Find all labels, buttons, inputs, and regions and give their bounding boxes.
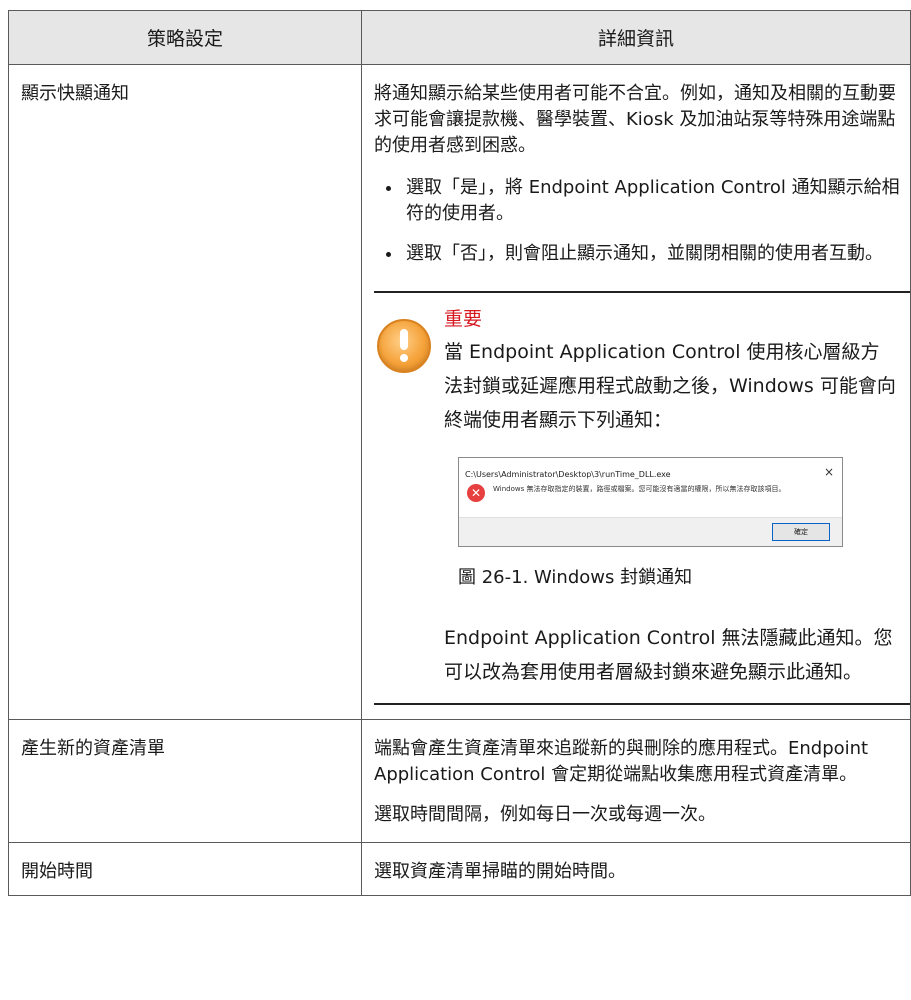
details-paragraph: 端點會產生資產清單來追蹤新的與刪除的應用程式。Endpoint Applicat… [374,738,869,785]
setting-cell: 開始時間 [8,842,362,896]
details-cell: 選取資產清單掃瞄的開始時間。 [361,842,911,896]
table-row: 顯示快顯通知 將通知顯示給某些使用者可能不合宜。例如，通知及相關的互動要求可能會… [8,64,911,720]
policy-settings-table: 策略設定 詳細資訊 顯示快顯通知 將通知顯示給某些使用者可能不合宜。例如，通知及… [8,10,911,896]
details-cell: 端點會產生資產清單來追蹤新的與刪除的應用程式。Endpoint Applicat… [361,719,911,843]
option-list: 選取「是」，將 Endpoint Application Control 通知顯… [374,175,910,267]
dialog-message: Windows 無法存取指定的裝置，路徑或檔案。您可能沒有適當的權限，所以無法存… [493,485,786,493]
note-title: 重要 [444,308,483,330]
bullet-icon [386,252,391,257]
table-row: 產生新的資產清單 端點會產生資產清單來追蹤新的與刪除的應用程式。Endpoint… [8,719,911,843]
warning-icon [377,319,431,373]
error-icon: ✕ [467,484,485,502]
header-details: 詳細資訊 [361,10,911,65]
note-bottom-rule [374,703,910,705]
close-icon: × [823,465,834,479]
details-cell: 將通知顯示給某些使用者可能不合宜。例如，通知及相關的互動要求可能會讓提款機、醫學… [361,64,911,720]
windows-error-dialog-screenshot: C:\Users\Administrator\Desktop\3\runTime… [458,457,843,547]
figure-caption: 圖 26-1. Windows 封鎖通知 [458,567,693,588]
note-text: 當 Endpoint Application Control 使用核心層級方法封… [444,341,896,431]
header-policy-setting: 策略設定 [8,10,362,65]
table-header-row: 策略設定 詳細資訊 [8,10,911,65]
list-item: 選取「否」，則會阻止顯示通知，並關閉相關的使用者互動。 [374,241,910,267]
details-paragraph: 選取時間間隔，例如每日一次或每週一次。 [374,804,716,825]
setting-cell: 顯示快顯通知 [8,64,362,720]
note-text-secondary: Endpoint Application Control 無法隱藏此通知。您可以… [444,627,893,683]
table-row: 開始時間 選取資產清單掃瞄的開始時間。 [8,842,911,896]
dialog-ok-button: 確定 [772,523,830,541]
setting-cell: 產生新的資產清單 [8,719,362,843]
bullet-icon [386,186,391,191]
important-note: 重要 當 Endpoint Application Control 使用核心層級… [374,291,910,705]
details-intro: 將通知顯示給某些使用者可能不合宜。例如，通知及相關的互動要求可能會讓提款機、醫學… [374,83,896,156]
list-item: 選取「是」，將 Endpoint Application Control 通知顯… [374,175,910,227]
